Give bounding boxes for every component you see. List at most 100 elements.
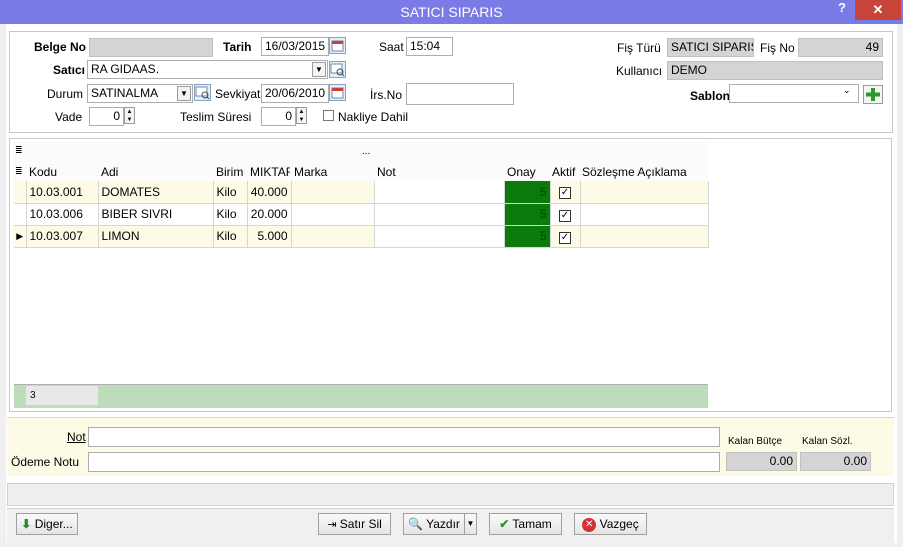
add-plus-icon[interactable] [863, 85, 883, 104]
satici-field[interactable]: RA GIDAAS. [87, 60, 328, 79]
cell-aktif[interactable]: ✓ [550, 203, 581, 226]
sevkiyat-label: Sevkiyat [215, 87, 261, 101]
cell-marka[interactable] [291, 203, 375, 226]
cell-not[interactable] [374, 225, 505, 248]
odeme-notu-label: Ödeme Notu [11, 455, 80, 469]
column-aciklama[interactable]: Sözleşme Açıklama [582, 165, 687, 179]
cell-aciklama[interactable] [580, 181, 709, 204]
sevkiyat-calendar-icon[interactable] [329, 84, 346, 101]
cell-onay[interactable]: 5 [504, 203, 551, 226]
column-not[interactable]: Not [377, 165, 396, 179]
vade-spinner-icon[interactable]: ▲ ▼ [124, 107, 135, 124]
items-grid: ≣ ... ≣ Kodu Adi Birim MIKTAF Marka Not … [14, 142, 709, 408]
cell-adi[interactable]: LIMON [98, 225, 214, 248]
yazdir-button[interactable]: 🔍 Yazdır [403, 513, 465, 535]
column-marka[interactable]: Marka [294, 165, 327, 179]
cell-kodu[interactable]: 10.03.007 [26, 225, 99, 248]
cell-kodu[interactable]: 10.03.006 [26, 203, 99, 226]
odeme-notu-field[interactable] [88, 452, 720, 472]
satici-dropdown-icon[interactable]: ▼ [312, 62, 326, 77]
print-preview-icon: 🔍 [408, 517, 424, 531]
vade-field[interactable]: 0 [89, 107, 124, 126]
help-button[interactable]: ? [832, 0, 852, 18]
tarih-field[interactable]: 16/03/2015 [261, 37, 329, 56]
durum-label: Durum [47, 87, 84, 101]
cell-aktif[interactable]: ✓ [550, 181, 581, 204]
teslim-field[interactable]: 0 [261, 107, 296, 126]
group-menu-icon[interactable]: ≣ [15, 145, 23, 156]
cell-aciklama[interactable] [580, 203, 709, 226]
column-menu-icon[interactable]: ≣ [15, 166, 23, 177]
column-onay[interactable]: Onay [507, 165, 536, 179]
cell-adi[interactable]: BIBER SIVRI [98, 203, 214, 226]
teslim-spinner-icon[interactable]: ▲ ▼ [296, 107, 307, 124]
cell-aktif[interactable]: ✓ [550, 225, 581, 248]
column-adi[interactable]: Adi [101, 165, 118, 179]
durum-dropdown-icon[interactable]: ▼ [177, 86, 191, 101]
delete-row-icon: ⇥ [327, 519, 337, 531]
tamam-button[interactable]: ✔ Tamam [489, 513, 562, 535]
cell-marka[interactable] [291, 181, 375, 204]
cell-miktar[interactable]: 5.000 [247, 225, 292, 248]
aktif-checkbox[interactable]: ✓ [559, 231, 571, 244]
window-title: SATICI SIPARIS [400, 4, 503, 20]
sablon-label: Sablon [690, 89, 731, 103]
fis-turu-field: SATICI SIPARIS [667, 38, 754, 57]
irs-no-label: İrs.No [370, 88, 403, 102]
cell-birim[interactable]: Kilo [213, 225, 248, 248]
kalan-sozl-field: 0.00 [800, 452, 871, 471]
cell-miktar[interactable]: 40.000 [247, 181, 292, 204]
durum-search-icon[interactable] [194, 84, 211, 101]
column-birim[interactable]: Birim [216, 165, 243, 179]
cell-miktar[interactable]: 20.000 [247, 203, 292, 226]
cell-aciklama[interactable] [580, 225, 709, 248]
saat-field[interactable]: 15:04 [406, 37, 453, 56]
vazgec-button[interactable]: ✕ Vazgeç [574, 513, 647, 535]
row-indicator [14, 203, 27, 226]
row-indicator [14, 181, 27, 204]
cell-onay[interactable]: 5 [504, 181, 551, 204]
cell-onay[interactable]: 5 [504, 225, 551, 248]
calendar-icon[interactable] [329, 37, 346, 54]
cell-birim[interactable]: Kilo [213, 181, 248, 204]
column-aktif[interactable]: Aktif [552, 165, 575, 179]
current-row-arrow-icon: ▶ [14, 225, 27, 248]
satici-search-icon[interactable] [329, 61, 346, 78]
cell-marka[interactable] [291, 225, 375, 248]
cell-kodu[interactable]: 10.03.001 [26, 181, 99, 204]
fis-turu-label: Fiş Türü [617, 41, 661, 55]
fis-no-field: 49 [798, 38, 883, 57]
not-field[interactable] [88, 427, 720, 447]
table-row[interactable]: 10.03.006 BIBER SIVRI Kilo 20.000 5 ✓ [14, 203, 709, 226]
teslim-label: Teslim Süresi [180, 110, 252, 124]
belge-no-field[interactable] [89, 38, 213, 57]
table-row[interactable]: 10.03.001 DOMATES Kilo 40.000 5 ✓ [14, 181, 709, 204]
diger-button[interactable]: ⬇ Diger... [16, 513, 78, 535]
column-miktar[interactable]: MIKTAF [250, 165, 290, 179]
cell-birim[interactable]: Kilo [213, 203, 248, 226]
column-kodu[interactable]: Kodu [29, 165, 57, 179]
sablon-field[interactable] [729, 84, 859, 103]
sevkiyat-field[interactable]: 20/06/2010 [261, 84, 329, 103]
cell-not[interactable] [374, 203, 505, 226]
status-strip [7, 483, 894, 506]
saat-label: Saat [379, 40, 404, 54]
check-icon: ✔ [499, 517, 510, 531]
aktif-checkbox[interactable]: ✓ [559, 209, 571, 222]
down-arrow-icon: ⬇ [21, 517, 32, 531]
grid-group-bar [14, 142, 708, 163]
satir-sil-button[interactable]: ⇥ Satır Sil [318, 513, 391, 535]
nakliye-checkbox[interactable] [323, 110, 334, 121]
yazdir-dropdown-icon[interactable]: ▼ [464, 513, 477, 535]
kalan-butce-field: 0.00 [726, 452, 797, 471]
fis-no-label: Fiş No [760, 41, 795, 55]
grid-table: 10.03.001 DOMATES Kilo 40.000 5 ✓ 10.03.… [14, 181, 709, 248]
table-row[interactable]: ▶ 10.03.007 LIMON Kilo 5.000 5 ✓ [14, 225, 709, 248]
aktif-checkbox[interactable]: ✓ [559, 187, 571, 200]
irs-no-field[interactable] [406, 83, 514, 105]
cell-adi[interactable]: DOMATES [98, 181, 214, 204]
close-button[interactable]: ✕ [855, 0, 901, 20]
grid-group-text: ... [362, 146, 371, 157]
sablon-dropdown-icon[interactable]: ⌄ [843, 85, 851, 96]
cell-not[interactable] [374, 181, 505, 204]
